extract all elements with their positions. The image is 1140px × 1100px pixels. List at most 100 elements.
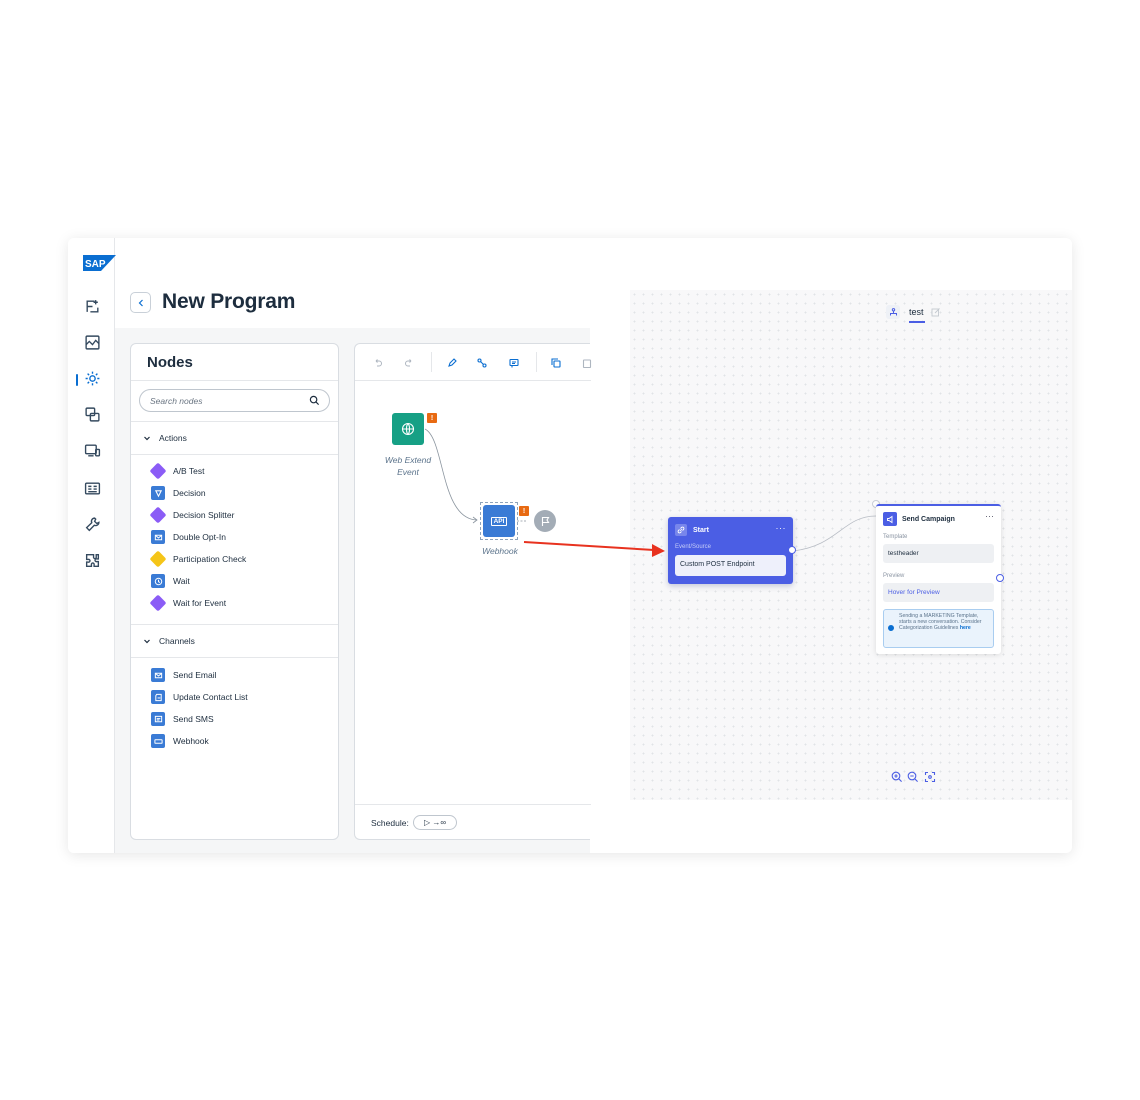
divider xyxy=(131,624,338,625)
active-indicator xyxy=(76,374,78,386)
clock-icon xyxy=(151,574,165,588)
schedule-divider xyxy=(355,804,591,805)
node-item-send-email[interactable]: Send Email xyxy=(151,667,216,683)
node-item-label: Double Opt-In xyxy=(173,532,226,542)
programs-icon[interactable] xyxy=(82,368,102,388)
start-output-port[interactable] xyxy=(788,546,796,554)
campaigns-icon[interactable] xyxy=(82,404,102,424)
preview-label: Preview xyxy=(883,573,905,579)
flag-icon xyxy=(541,516,549,526)
extensions-icon[interactable] xyxy=(82,550,102,570)
tab-test[interactable]: test xyxy=(909,307,924,317)
template-field[interactable]: testheader xyxy=(883,544,994,563)
tab-underline xyxy=(909,321,925,323)
edit-icon[interactable] xyxy=(931,307,941,317)
channels-group-toggle[interactable]: Channels xyxy=(143,636,195,646)
send-campaign-node[interactable]: Send Campaign ··· Template testheader Pr… xyxy=(876,504,1001,654)
participation-check-icon xyxy=(149,550,167,568)
nodes-panel-title: Nodes xyxy=(147,354,193,371)
link-icon xyxy=(675,524,687,536)
search-input[interactable]: Search nodes xyxy=(139,389,330,412)
sap-logo: SAP xyxy=(83,255,116,271)
fit-view-icon[interactable] xyxy=(924,771,936,783)
nodes-panel: Nodes Search nodes Actions A/B Test Deci… xyxy=(130,343,339,840)
ab-test-icon xyxy=(149,462,167,480)
node-item-label: Decision xyxy=(173,488,206,498)
channels-group-label: Channels xyxy=(159,636,195,646)
schedule-label: Schedule: xyxy=(371,818,409,828)
preview-field[interactable]: Hover for Preview xyxy=(883,583,994,602)
warning-badge: ! xyxy=(519,506,529,516)
contact-list-icon xyxy=(151,690,165,704)
flow-connector xyxy=(424,428,527,524)
analytics-icon[interactable] xyxy=(82,332,102,352)
send-output-port[interactable] xyxy=(996,574,1004,582)
node-item-decision-splitter[interactable]: Decision Splitter xyxy=(149,506,235,524)
webhook-node[interactable]: API xyxy=(483,505,515,537)
template-label: Template xyxy=(883,534,908,540)
double-opt-in-icon xyxy=(151,530,165,544)
node-item-label: Wait for Event xyxy=(173,598,227,608)
node-item-label: A/B Test xyxy=(173,466,205,476)
tools-icon[interactable] xyxy=(82,514,102,534)
contacts-icon[interactable] xyxy=(82,478,102,498)
node-item-update-contact-list[interactable]: Update Contact List xyxy=(151,689,248,705)
info-message: Sending a MARKETING Template, starts a n… xyxy=(883,609,994,648)
web-extend-event-label: Web Extend Event xyxy=(384,455,432,477)
hierarchy-icon xyxy=(886,305,900,319)
node-item-label: Send SMS xyxy=(173,714,214,724)
api-icon: API xyxy=(490,516,508,526)
node-item-ab-test[interactable]: A/B Test xyxy=(149,462,205,480)
node-item-decision[interactable]: Decision xyxy=(151,485,206,501)
more-icon[interactable]: ··· xyxy=(985,511,994,521)
zoom-in-icon[interactable] xyxy=(891,771,903,783)
event-source-field[interactable]: Custom POST Endpoint xyxy=(675,555,786,576)
devices-icon[interactable] xyxy=(82,440,102,460)
left-rail: SAP xyxy=(68,238,116,853)
chevron-left-icon xyxy=(138,299,143,306)
actions-group-label: Actions xyxy=(159,433,187,443)
node-item-label: Participation Check xyxy=(173,554,247,564)
decision-splitter-icon xyxy=(149,506,167,524)
node-item-wait-for-event[interactable]: Wait for Event xyxy=(149,594,227,612)
search-icon xyxy=(309,395,320,406)
guidelines-link[interactable]: here xyxy=(960,625,971,631)
event-source-label: Event/Source xyxy=(675,544,712,550)
end-node[interactable] xyxy=(534,510,556,532)
web-extend-event-node[interactable] xyxy=(392,413,424,445)
globe-icon xyxy=(401,422,415,436)
node-item-label: Webhook xyxy=(173,736,209,746)
sms-icon xyxy=(151,712,165,726)
schedule-pill[interactable]: ▷ →∞ xyxy=(413,815,457,830)
back-button[interactable] xyxy=(130,292,151,313)
node-item-participation-check[interactable]: Participation Check xyxy=(149,550,247,568)
decision-icon xyxy=(151,486,165,500)
wait-for-event-icon xyxy=(149,594,167,612)
app-window: SAP New Program Nodes Search nodes Actio… xyxy=(68,238,1072,853)
page-title: New Program xyxy=(162,290,296,313)
node-item-label: Decision Splitter xyxy=(173,510,235,520)
divider xyxy=(131,454,338,455)
send-campaign-title: Send Campaign xyxy=(902,515,955,523)
start-node-title: Start xyxy=(693,526,709,534)
info-icon xyxy=(888,625,894,631)
node-item-label: Send Email xyxy=(173,670,217,680)
svg-text:SAP: SAP xyxy=(85,259,106,270)
node-item-label: Update Contact List xyxy=(173,692,248,702)
more-icon[interactable]: ··· xyxy=(776,523,787,533)
journeys-icon[interactable] xyxy=(82,296,102,316)
divider xyxy=(131,657,338,658)
api-icon xyxy=(151,734,165,748)
actions-group-toggle[interactable]: Actions xyxy=(143,433,187,443)
warning-badge: ! xyxy=(427,413,437,423)
node-item-wait[interactable]: Wait xyxy=(151,573,190,589)
node-item-double-opt-in[interactable]: Double Opt-In xyxy=(151,529,226,545)
start-node[interactable]: Start ··· Event/Source Custom POST Endpo… xyxy=(668,517,793,584)
email-icon xyxy=(151,668,165,682)
program-canvas[interactable]: ! Web Extend Event API ! Webhook Schedul… xyxy=(354,343,592,840)
zoom-out-icon[interactable] xyxy=(907,771,919,783)
node-item-send-sms[interactable]: Send SMS xyxy=(151,711,214,727)
node-item-webhook[interactable]: Webhook xyxy=(151,733,209,749)
divider xyxy=(131,380,338,381)
chevron-down-icon xyxy=(144,436,150,441)
